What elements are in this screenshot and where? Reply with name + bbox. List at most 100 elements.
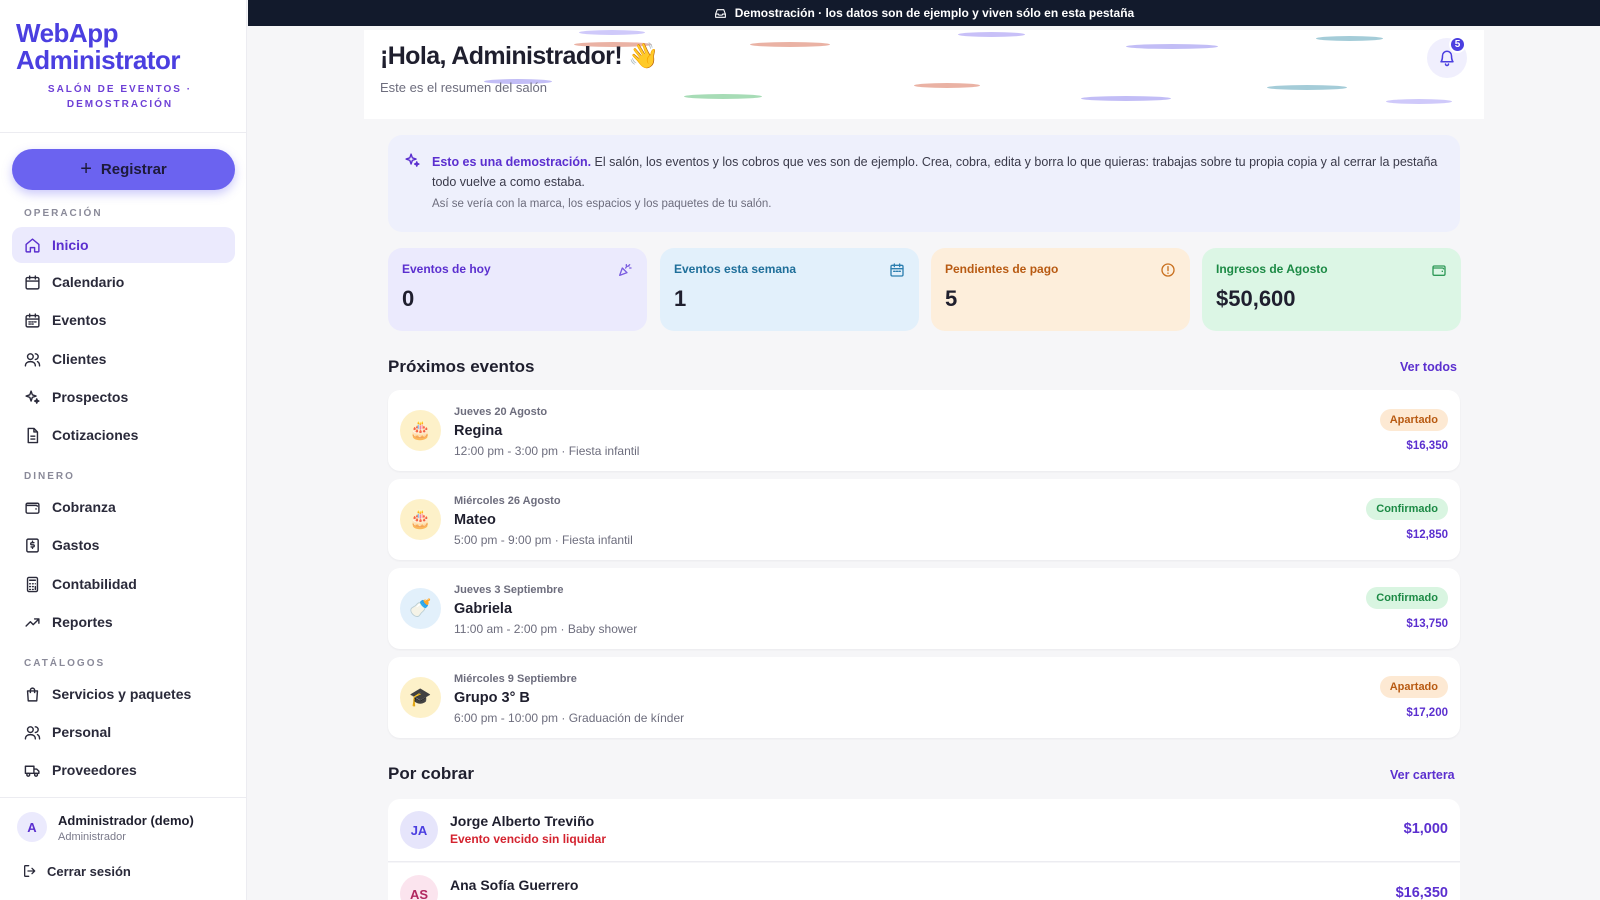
status-badge: Confirmado	[1366, 498, 1448, 520]
calculator-icon	[26, 576, 39, 592]
trending-up-icon	[25, 617, 40, 627]
sidebar-item-cobranza[interactable]: Cobranza	[12, 489, 235, 525]
avatar[interactable]: A	[17, 812, 47, 842]
sidebar-item-label: Contabilidad	[52, 576, 137, 592]
receivable-amount: $1,000	[1403, 821, 1448, 837]
stat-card-pending[interactable]: Pendientes de pago 5	[931, 248, 1190, 331]
sidebar-item-label: Inicio	[52, 237, 89, 253]
logout-label: Cerrar sesión	[47, 863, 131, 879]
confetti	[1267, 85, 1347, 90]
party-popper-icon	[619, 264, 632, 276]
event-detail: 5:00 pm - 9:00 pm · Fiesta infantil	[454, 533, 633, 547]
demo-banner: Demostración · los datos son de ejemplo …	[248, 0, 1600, 26]
sidebar-item-label: Eventos	[52, 312, 107, 328]
sidebar-item-clientes[interactable]: Clientes	[12, 341, 235, 377]
shopping-bag-icon	[26, 686, 39, 702]
sparkles-icon	[405, 153, 420, 167]
confetti	[579, 30, 645, 35]
event-amount: $17,200	[1406, 707, 1448, 719]
view-all-events-link[interactable]: Ver todos	[1400, 360, 1457, 374]
avatar: AS	[400, 875, 438, 900]
event-row[interactable]: 🍼 Jueves 3 Septiembre Gabriela 11:00 am …	[388, 568, 1460, 649]
sparkles-icon	[25, 389, 40, 404]
event-name: Regina	[454, 423, 503, 439]
receivable-name: Jorge Alberto Treviño	[450, 813, 595, 829]
confetti	[914, 83, 980, 88]
event-name: Gabriela	[454, 601, 513, 617]
sidebar-item-label: Proveedores	[52, 762, 137, 778]
demo-banner-text: Demostración · los datos son de ejemplo …	[734, 6, 1135, 20]
cake-icon: 🎂	[400, 410, 441, 451]
receivable-status: Evento vencido sin liquidar	[450, 832, 607, 846]
event-row[interactable]: 🎓 Miércoles 9 Septiembre Grupo 3° B 6:00…	[388, 657, 1460, 738]
document-icon	[27, 427, 39, 443]
confetti	[1081, 96, 1171, 101]
calendar-icon	[25, 274, 40, 290]
staff-icon	[24, 725, 41, 740]
stat-label: Eventos esta semana	[674, 262, 797, 276]
baby-bottle-icon: 🍼	[400, 588, 441, 629]
event-detail: 11:00 am - 2:00 pm · Baby shower	[454, 622, 638, 636]
page-subtitle: Este es el resumen del salón	[380, 80, 547, 95]
event-amount: $12,850	[1406, 529, 1448, 541]
demo-notice: Esto es una demostración. El salón, los …	[388, 135, 1460, 232]
sidebar-item-inicio[interactable]: Inicio	[12, 227, 235, 263]
notice-strong: Esto es una demostración.	[432, 155, 592, 169]
section-label-dinero: DINERO	[24, 471, 75, 482]
status-badge: Confirmado	[1366, 587, 1448, 609]
sidebar-item-prospectos[interactable]: Prospectos	[12, 379, 235, 415]
alert-circle-icon	[1161, 263, 1175, 277]
user-name: Administrador (demo)	[58, 813, 194, 828]
sidebar-item-calendario[interactable]: Calendario	[12, 264, 235, 300]
user-block: A Administrador (demo) Administrador Cer…	[0, 797, 247, 900]
view-portfolio-link[interactable]: Ver cartera	[1390, 768, 1455, 782]
confetti	[1386, 99, 1452, 104]
sidebar-item-label: Cotizaciones	[52, 427, 139, 443]
sidebar-item-cotizaciones[interactable]: Cotizaciones	[12, 417, 235, 453]
event-detail: 6:00 pm - 10:00 pm · Graduación de kínde…	[454, 711, 685, 725]
receivable-row[interactable]: JA Jorge Alberto Treviño Evento vencido …	[388, 799, 1460, 862]
stat-card-today[interactable]: Eventos de hoy 0	[388, 248, 647, 331]
avatar: JA	[400, 811, 438, 849]
receipt-icon	[26, 537, 39, 553]
confetti	[750, 42, 830, 47]
sidebar-item-personal[interactable]: Personal	[12, 714, 235, 750]
calendar-icon	[890, 263, 904, 277]
event-date: Miércoles 9 Septiembre	[454, 673, 577, 685]
stat-card-income[interactable]: Ingresos de Agosto $50,600	[1202, 248, 1461, 331]
confetti	[1126, 44, 1218, 49]
stat-card-week[interactable]: Eventos esta semana 1	[660, 248, 919, 331]
brand-subtitle: SALÓN DE EVENTOS · DEMOSTRACIÓN	[47, 84, 193, 110]
sidebar-item-label: Servicios y paquetes	[52, 686, 192, 702]
stat-value: 0	[402, 286, 415, 311]
upcoming-events-title: Próximos eventos	[388, 357, 535, 376]
sidebar-item-contabilidad[interactable]: Contabilidad	[12, 566, 235, 602]
sidebar-item-label: Calendario	[52, 274, 125, 290]
event-date: Jueves 20 Agosto	[454, 406, 548, 418]
plus-icon: +	[80, 157, 92, 180]
sidebar-item-reportes[interactable]: Reportes	[12, 604, 235, 640]
page-header: ¡Hola, Administrador! 👋 Este es el resum…	[364, 30, 1484, 119]
user-role: Administrador	[58, 831, 126, 843]
receivable-amount: $16,350	[1395, 885, 1448, 900]
event-amount: $13,750	[1406, 618, 1448, 630]
receivable-row[interactable]: AS Ana Sofía Guerrero $16,350	[388, 863, 1460, 900]
logout-icon	[24, 865, 36, 877]
event-detail: 12:00 pm - 3:00 pm · Fiesta infantil	[454, 444, 640, 458]
register-button[interactable]: + Registrar	[12, 149, 235, 190]
home-icon	[25, 237, 40, 253]
logout-button[interactable]: Cerrar sesión	[22, 863, 131, 879]
sidebar-item-proveedores[interactable]: Proveedores	[12, 752, 235, 788]
page-title: ¡Hola, Administrador! 👋	[380, 42, 660, 70]
event-amount: $16,350	[1406, 440, 1448, 452]
sidebar-item-gastos[interactable]: Gastos	[12, 527, 235, 563]
section-label-catalogos: CATÁLOGOS	[24, 658, 106, 669]
sidebar-item-label: Personal	[52, 724, 112, 740]
sidebar: WebApp Administrator SALÓN DE EVENTOS · …	[0, 0, 247, 900]
sidebar-item-eventos[interactable]: Eventos	[12, 302, 235, 338]
receivables-title: Por cobrar	[388, 764, 474, 783]
stat-label: Eventos de hoy	[402, 262, 491, 276]
event-row[interactable]: 🎂 Jueves 20 Agosto Regina 12:00 pm - 3:0…	[388, 390, 1460, 471]
sidebar-item-servicios[interactable]: Servicios y paquetes	[12, 676, 235, 712]
event-row[interactable]: 🎂 Miércoles 26 Agosto Mateo 5:00 pm - 9:…	[388, 479, 1460, 560]
